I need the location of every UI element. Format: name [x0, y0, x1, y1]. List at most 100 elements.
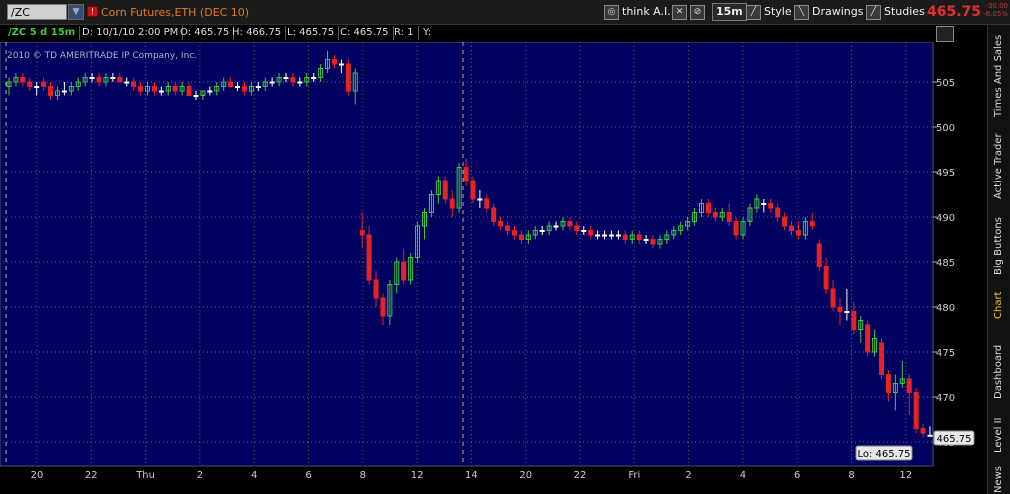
style-button[interactable]: ╱ Style — [746, 3, 792, 21]
x-tick-label: 6 — [305, 470, 311, 481]
candle-body — [138, 86, 144, 92]
candle-body — [567, 221, 573, 227]
candle-body — [622, 234, 628, 240]
y-tick-label: 475 — [936, 348, 955, 359]
tab-chart[interactable]: Chart — [990, 287, 1008, 323]
candle-body — [131, 81, 137, 87]
candle-body — [96, 77, 102, 83]
candle-body — [830, 288, 836, 308]
y-value: Y: — [423, 27, 432, 38]
candle-body — [498, 221, 504, 227]
chart-settings-icon[interactable] — [936, 26, 954, 42]
candle-body — [297, 81, 303, 84]
candle-body — [650, 239, 656, 245]
candle-body — [615, 234, 621, 237]
studies-icon: ╱ — [866, 4, 881, 20]
think-ai-button[interactable]: ◎ think A.I. — [604, 3, 671, 21]
x-tick-label: 6 — [794, 470, 800, 481]
bar-date: D: 10/1/10 2:00 PM — [82, 26, 184, 40]
symbol-input[interactable]: /ZC — [7, 4, 67, 20]
candle-body — [491, 207, 497, 222]
tab-times-and-sales[interactable]: Times And Sales — [990, 31, 1008, 121]
candle-body — [505, 225, 511, 231]
drawings-button[interactable]: ╲ Drawings — [794, 3, 863, 21]
x-tick-label: 22 — [574, 470, 587, 481]
tab-big-buttons[interactable]: Big Buttons — [990, 213, 1008, 279]
candle-body — [401, 261, 407, 281]
x-tick-label: 4 — [740, 470, 746, 481]
wrench-icon: ✕ — [672, 4, 687, 20]
price-chart[interactable]: 505500495490485480475470465 2022Thu24681… — [0, 25, 987, 494]
pencil-icon: ╲ — [794, 4, 809, 20]
net-change: -30.00 — [985, 2, 1008, 10]
close-value: C: 465.75 — [340, 26, 394, 40]
candle-body — [110, 77, 116, 79]
symbol-dropdown-button[interactable]: ▼ — [68, 4, 84, 20]
tools-button[interactable]: ✕ ⊘ — [672, 3, 708, 21]
candle-body — [290, 77, 296, 83]
x-tick-label: 20 — [519, 470, 532, 481]
candle-body — [795, 230, 801, 236]
studies-button[interactable]: ╱ Studies — [866, 3, 925, 21]
y-tick-label: 495 — [936, 168, 955, 179]
candle-body — [117, 77, 123, 83]
candle-body — [705, 203, 711, 213]
candle-body — [837, 306, 843, 312]
candle-body — [235, 86, 241, 88]
candle-body — [851, 311, 857, 330]
x-tick-label: 12 — [899, 470, 912, 481]
last-price-tag: 465.75 — [933, 430, 975, 446]
tab-level-ii[interactable]: Level II — [990, 415, 1008, 455]
candle-body — [359, 230, 365, 236]
candle-body — [207, 90, 213, 93]
candle-body — [636, 234, 642, 240]
candle-body — [269, 81, 275, 84]
top-toolbar: /ZC ▼ ! Corn Futures,ETH (DEC 10) ◎ think… — [0, 0, 1010, 25]
candle-body — [809, 221, 815, 227]
x-tick-label: 20 — [31, 470, 44, 481]
globe-icon: ◎ — [604, 4, 619, 20]
candle-body — [442, 180, 448, 200]
x-tick-label: 2 — [197, 470, 203, 481]
candle-body — [158, 90, 164, 93]
candle-body — [574, 225, 580, 231]
candle-body — [712, 212, 718, 218]
x-axis: 20 22 Thu 2 4 6 8 12 14 20 22 Fri 2 4 6 8 12 — [31, 470, 913, 481]
candle-body — [726, 212, 732, 222]
chart-style-icon: ╱ — [746, 4, 761, 20]
candle-body — [920, 428, 926, 434]
tab-news[interactable]: News — [990, 465, 1008, 493]
symbol-description: Corn Futures,ETH (DEC 10) — [101, 6, 250, 19]
candle-body — [789, 225, 795, 231]
x-tick-label: 8 — [360, 470, 366, 481]
x-tick-label: 8 — [848, 470, 854, 481]
candle-body — [41, 81, 47, 87]
tab-active-trader[interactable]: Active Trader — [990, 131, 1008, 201]
high-value: H: 466.75 — [232, 26, 287, 40]
candle-body — [865, 324, 871, 353]
x-tick-label: Fri — [628, 470, 640, 481]
candle-body — [48, 86, 54, 96]
low-price-tag: Lo: 465.75 — [855, 445, 913, 461]
alert-flag-icon[interactable]: ! — [87, 6, 98, 17]
candle-body — [193, 95, 199, 97]
candle-body — [484, 198, 490, 209]
candle-body — [581, 230, 587, 232]
candle-body — [782, 216, 788, 227]
tab-dashboard[interactable]: Dashboard — [990, 341, 1008, 403]
candle-body — [331, 59, 337, 65]
x-tick-label: Thu — [135, 470, 155, 481]
candle-body — [255, 86, 261, 88]
candle-body — [124, 81, 130, 84]
y-tick-label: 480 — [936, 303, 955, 314]
candle-body — [186, 86, 192, 96]
candle-body — [768, 203, 774, 209]
timeframe-button[interactable]: 15m — [712, 3, 747, 21]
y-tick-label: 470 — [936, 393, 955, 404]
last-price-tag-text: 465.75 — [937, 434, 972, 445]
clock-icon: ⊘ — [690, 4, 705, 20]
candle-body — [608, 234, 614, 237]
candle-body — [345, 63, 351, 92]
candle-body — [380, 297, 386, 317]
plot-background — [0, 41, 934, 467]
